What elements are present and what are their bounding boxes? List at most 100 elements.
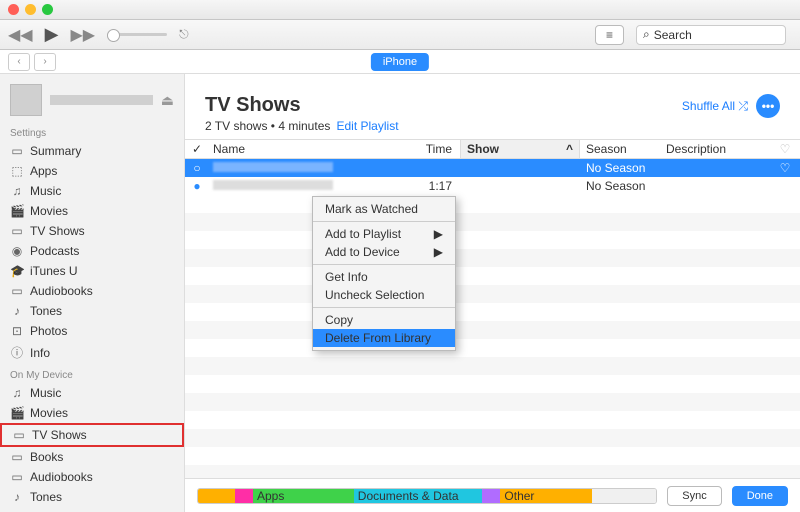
sidebar-item-label: Tones bbox=[30, 304, 62, 318]
done-button[interactable]: Done bbox=[732, 486, 788, 506]
table-body: ○No Season♡●1:17No Season bbox=[185, 159, 800, 512]
sidebar-item-photos[interactable]: ⊡Photos bbox=[0, 321, 184, 341]
table-row[interactable]: ●1:17No Season bbox=[185, 177, 800, 195]
prev-track-icon[interactable]: ◀◀ bbox=[8, 25, 33, 45]
submenu-arrow-icon: ▶ bbox=[434, 227, 443, 241]
sidebar-item-icon: ▭ bbox=[12, 428, 26, 442]
play-icon[interactable]: ▶ bbox=[45, 24, 59, 45]
col-loved[interactable]: ♡ bbox=[770, 142, 800, 156]
sidebar-item-label: Music bbox=[30, 184, 61, 198]
device-name-redacted bbox=[50, 95, 153, 105]
sidebar-item-books[interactable]: ▭ Books bbox=[0, 447, 184, 467]
toolbar: ◀◀ ▶ ▶▶ ⎋ ≡ ⌕ Search bbox=[0, 20, 800, 50]
sidebar-item-icon: ▭ bbox=[10, 224, 24, 238]
context-separator bbox=[313, 221, 455, 222]
context-item-get-info[interactable]: Get Info bbox=[313, 268, 455, 286]
sidebar-item-icon: ⊡ bbox=[10, 324, 24, 338]
col-name[interactable]: Name bbox=[209, 142, 400, 156]
forward-button[interactable]: › bbox=[34, 53, 56, 71]
sidebar-item-tv-shows[interactable]: ▭ TV Shows bbox=[0, 221, 184, 241]
sidebar-item-icon: ♫ bbox=[10, 386, 24, 400]
minimize-traffic-light[interactable] bbox=[25, 4, 36, 15]
cell-name bbox=[209, 179, 400, 193]
sidebar-item-label: TV Shows bbox=[30, 224, 85, 238]
sidebar-item-label: Tones bbox=[30, 490, 62, 504]
sidebar-item-label: Books bbox=[30, 450, 63, 464]
sidebar-item-icon: ♪ bbox=[10, 490, 24, 504]
main-content: TV Shows 2 TV shows • 4 minutes Edit Pla… bbox=[185, 74, 800, 512]
titlebar bbox=[0, 0, 800, 20]
view-mode-button[interactable]: ≡ bbox=[595, 25, 624, 45]
sidebar-device-header[interactable]: ⏏ bbox=[0, 78, 184, 122]
cell-loved: ♡ bbox=[770, 161, 800, 175]
back-button[interactable]: ‹ bbox=[8, 53, 30, 71]
col-season[interactable]: Season bbox=[580, 142, 660, 156]
capacity-segment bbox=[198, 489, 235, 503]
sidebar: ⏏ Settings ▭Summary⬚Apps ♫ Music 🎬Movies ▭ TV… bbox=[0, 74, 185, 512]
sidebar-item-music[interactable]: ♫Music bbox=[0, 383, 184, 403]
col-time[interactable]: Time bbox=[400, 142, 460, 156]
sidebar-heading-settings: Settings bbox=[0, 122, 184, 141]
table-row[interactable]: ○No Season♡ bbox=[185, 159, 800, 177]
context-item-copy[interactable]: Copy bbox=[313, 311, 455, 329]
sidebar-item-tones[interactable]: ♪ Tones bbox=[0, 301, 184, 321]
search-input[interactable]: ⌕ Search bbox=[636, 25, 786, 45]
sidebar-item-icon: ▭ bbox=[10, 450, 24, 464]
context-separator bbox=[313, 264, 455, 265]
sidebar-item-icon: ♫ bbox=[10, 184, 24, 198]
sidebar-item-music[interactable]: ♫ Music bbox=[0, 181, 184, 201]
sidebar-item-itunes-u[interactable]: 🎓iTunes U bbox=[0, 261, 184, 281]
sidebar-item-icon: ▭ bbox=[10, 470, 24, 484]
context-item-add-to-playlist[interactable]: Add to Playlist▶ bbox=[313, 225, 455, 243]
close-traffic-light[interactable] bbox=[8, 4, 19, 15]
context-item-delete-from-library[interactable]: Delete From Library bbox=[313, 329, 455, 347]
capacity-segment: Other bbox=[500, 489, 592, 503]
context-item-mark-as-watched[interactable]: Mark as Watched bbox=[313, 200, 455, 218]
footer-bar: AppsDocuments & DataOther Sync Done bbox=[185, 478, 800, 512]
airplay-icon[interactable]: ⎋ bbox=[179, 27, 189, 42]
sidebar-item-summary[interactable]: ▭Summary bbox=[0, 141, 184, 161]
sidebar-item-movies[interactable]: 🎬Movies bbox=[0, 201, 184, 221]
unwatched-dot-icon: ● bbox=[185, 179, 209, 193]
sidebar-item-icon: 🎓 bbox=[10, 264, 24, 278]
context-item-uncheck-selection[interactable]: Uncheck Selection bbox=[313, 286, 455, 304]
sync-button[interactable]: Sync bbox=[667, 486, 721, 506]
nav-bar: ‹ › iPhone bbox=[0, 50, 800, 74]
zoom-traffic-light[interactable] bbox=[42, 4, 53, 15]
unwatched-dot-icon: ○ bbox=[185, 161, 209, 175]
sidebar-item-tones[interactable]: ♪ Tones bbox=[0, 487, 184, 507]
col-check[interactable]: ✓ bbox=[185, 142, 209, 156]
capacity-segment bbox=[235, 489, 253, 503]
sidebar-item-label: Podcasts bbox=[30, 244, 79, 258]
table-stripes bbox=[185, 195, 800, 478]
sidebar-item-1[interactable]: ≡1 bbox=[0, 507, 184, 512]
sidebar-item-audiobooks[interactable]: ▭Audiobooks bbox=[0, 281, 184, 301]
sidebar-item-label: Movies bbox=[30, 406, 68, 420]
search-icon: ⌕ bbox=[643, 27, 650, 42]
cell-season: No Season bbox=[580, 179, 660, 193]
sidebar-item-info[interactable]: ⓘInfo bbox=[0, 341, 184, 364]
cell-name bbox=[209, 161, 400, 175]
context-item-add-to-device[interactable]: Add to Device▶ bbox=[313, 243, 455, 261]
edit-playlist-link[interactable]: Edit Playlist bbox=[337, 119, 399, 133]
sidebar-item-tv-shows[interactable]: ▭TV Shows bbox=[0, 423, 184, 447]
next-track-icon[interactable]: ▶▶ bbox=[70, 25, 95, 45]
search-placeholder: Search bbox=[654, 28, 692, 42]
col-description[interactable]: Description bbox=[660, 142, 770, 156]
more-menu-button[interactable]: ••• bbox=[756, 94, 780, 118]
sidebar-item-icon: ◉ bbox=[10, 244, 24, 258]
volume-slider[interactable] bbox=[107, 33, 167, 36]
sidebar-item-audiobooks[interactable]: ▭ Audiobooks bbox=[0, 467, 184, 487]
device-pill[interactable]: iPhone bbox=[371, 53, 429, 71]
sidebar-item-apps[interactable]: ⬚Apps bbox=[0, 161, 184, 181]
sidebar-item-movies[interactable]: 🎬Movies bbox=[0, 403, 184, 423]
sidebar-item-label: Audiobooks bbox=[30, 470, 93, 484]
sidebar-item-icon: ⬚ bbox=[10, 164, 24, 178]
sidebar-item-podcasts[interactable]: ◉ Podcasts bbox=[0, 241, 184, 261]
shuffle-all-button[interactable]: Shuffle All ⤮ bbox=[682, 99, 748, 114]
eject-icon[interactable]: ⏏ bbox=[161, 92, 174, 109]
sort-caret-icon: ^ bbox=[566, 142, 579, 156]
col-show[interactable]: Show^ bbox=[460, 140, 580, 158]
sidebar-item-icon: ♪ bbox=[10, 304, 24, 318]
sidebar-item-label: Movies bbox=[30, 204, 68, 218]
